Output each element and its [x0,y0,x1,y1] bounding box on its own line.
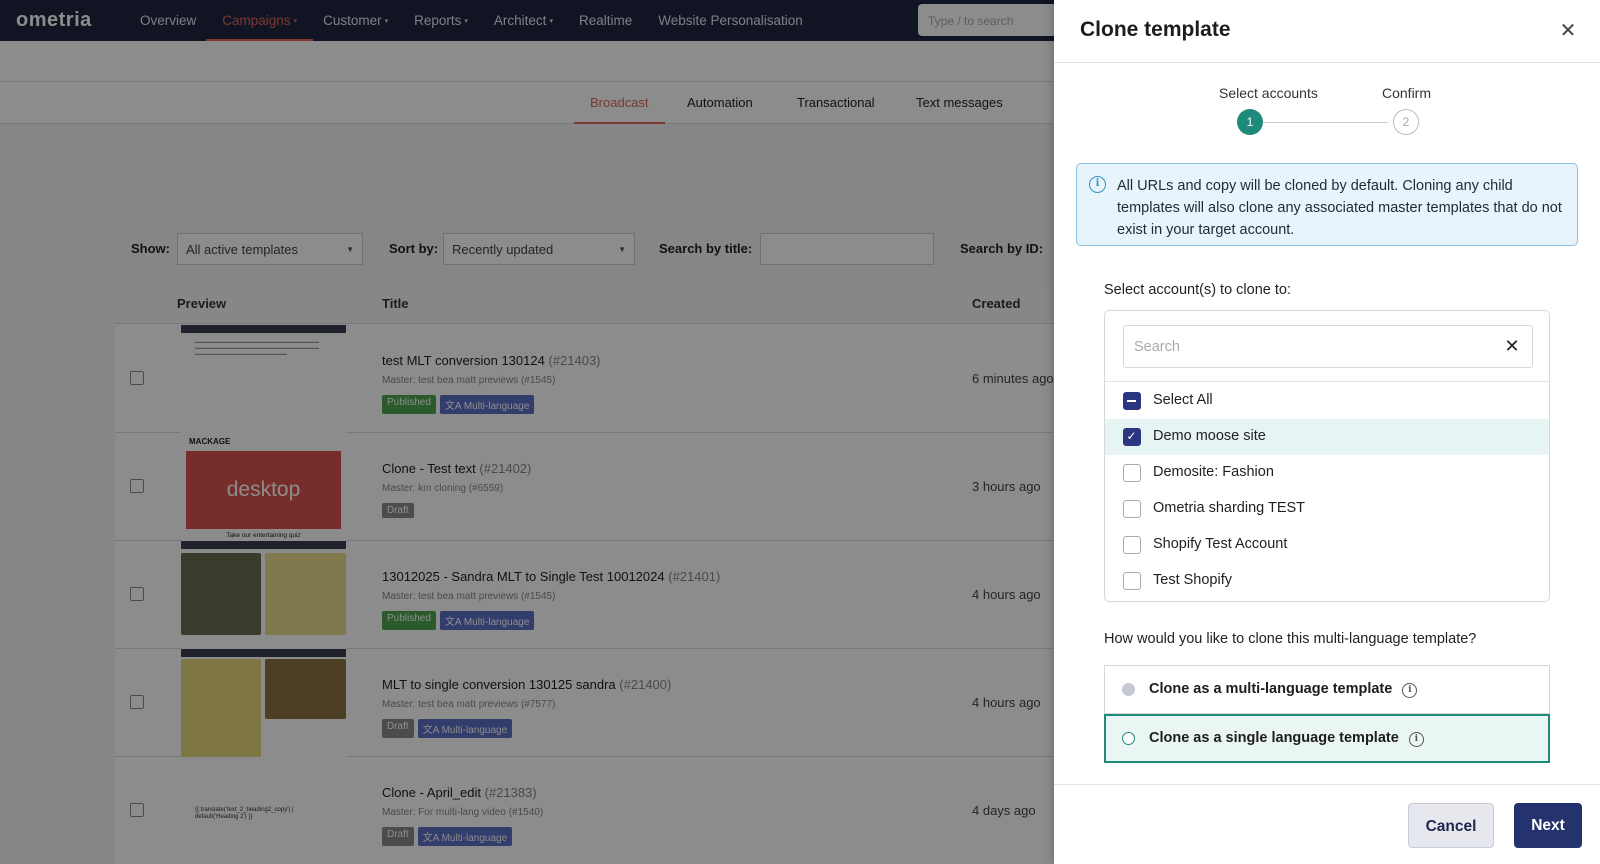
drawer-title: Clone template [1080,18,1231,41]
select-accounts-label: Select account(s) to clone to: [1104,282,1291,298]
info-icon: i [1089,176,1106,193]
stepper: Select accounts Confirm 1 2 [1054,63,1600,153]
check-icon: ✓ [1126,429,1137,443]
option-multi-language[interactable]: Clone as a multi-language template i [1104,665,1550,714]
info-icon[interactable]: i [1408,732,1424,747]
step-label-confirm: Confirm [1382,85,1432,101]
account-checkbox[interactable] [1123,572,1141,590]
minus-icon [1127,399,1136,402]
account-ometria-sharding-test[interactable]: Ometria sharding TEST [1105,491,1549,527]
account-checkbox[interactable] [1123,500,1141,518]
info-text: All URLs and copy will be cloned by defa… [1117,178,1562,238]
account-checkbox[interactable] [1123,464,1141,482]
info-icon[interactable]: i [1402,683,1418,698]
step-label-select-accounts: Select accounts [1219,85,1318,101]
drawer-header: Clone template ✕ [1054,0,1600,63]
next-button[interactable]: Next [1514,803,1582,848]
account-select-all[interactable]: Select All [1105,383,1549,419]
cancel-button[interactable]: Cancel [1408,803,1494,848]
close-icon[interactable]: ✕ [1556,19,1580,43]
step-2-indicator: 2 [1393,109,1419,135]
radio-button[interactable] [1122,732,1135,745]
account-checkbox[interactable]: ✓ [1123,428,1141,446]
step-1-indicator: 1 [1237,109,1263,135]
account-test-shopify[interactable]: Test Shopify [1105,563,1549,599]
select-all-checkbox[interactable] [1123,392,1141,410]
clear-search-icon[interactable]: ✕ [1502,336,1522,356]
account-checkbox[interactable] [1123,536,1141,554]
account-demo-moose-site[interactable]: ✓ Demo moose site [1105,419,1549,455]
account-search-input[interactable]: Search ✕ [1123,325,1533,368]
account-shopify-test-account[interactable]: Shopify Test Account [1105,527,1549,563]
step-connector [1250,122,1388,123]
account-demosite-fashion[interactable]: Demosite: Fashion [1105,455,1549,491]
radio-button[interactable] [1122,683,1135,696]
drawer-footer: Cancel Next [1054,784,1600,864]
clone-template-drawer: Clone template ✕ Select accounts Confirm… [1054,0,1600,864]
option-single-language[interactable]: Clone as a single language template i [1104,714,1550,763]
account-list: Search ✕ Select All ✓ Demo moose site De… [1104,310,1550,602]
info-banner: i All URLs and copy will be cloned by de… [1076,163,1578,246]
clone-mode-question: How would you like to clone this multi-l… [1104,631,1477,647]
